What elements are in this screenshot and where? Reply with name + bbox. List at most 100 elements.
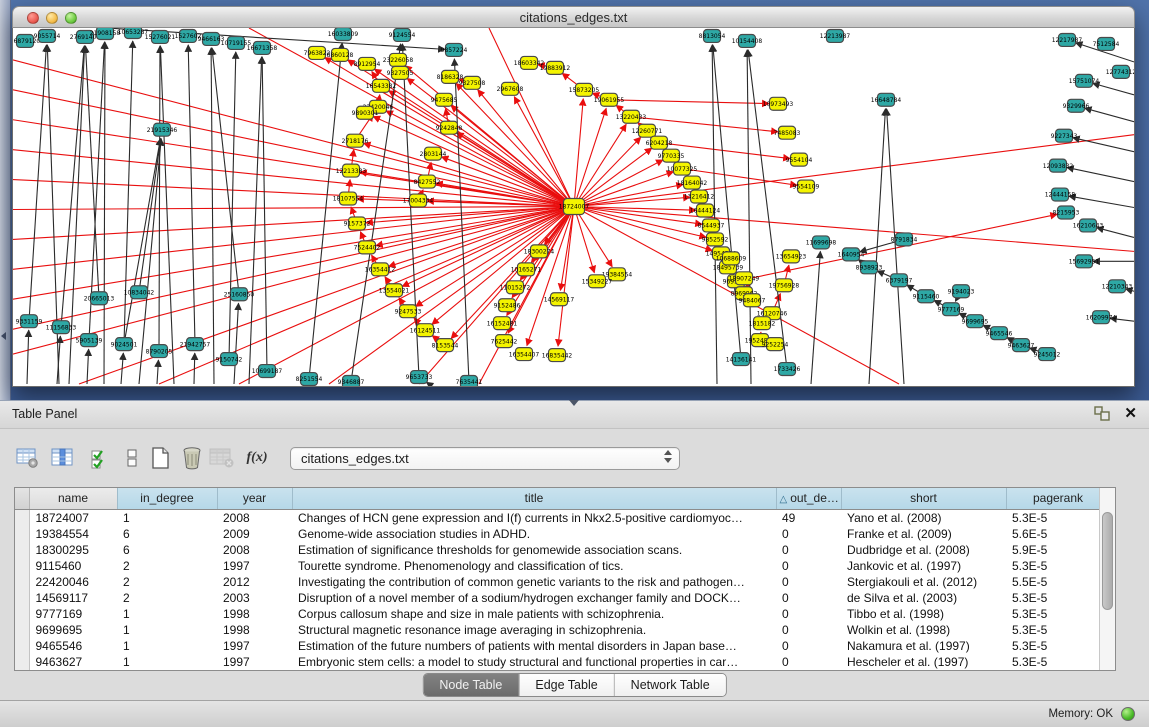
- row-gutter: [15, 542, 29, 558]
- network-canvas[interactable]: 1687912090557142769140621908158106532871…: [12, 28, 1135, 387]
- node-label: 8912954: [354, 61, 381, 68]
- table-scrollbar[interactable]: [1099, 488, 1115, 670]
- node-label: 18164042: [677, 180, 708, 187]
- split-collapse-icon[interactable]: [569, 400, 579, 406]
- node-label: 9777169: [938, 306, 965, 313]
- node-label: 9327505: [387, 70, 414, 77]
- table-cell: Tibbo et al. (1998): [841, 606, 1006, 622]
- node-label: 12093832: [1043, 163, 1074, 170]
- citation-edge-red: [13, 207, 574, 300]
- table-cell: Hescheler et al. (1997): [841, 654, 1006, 670]
- table-cell: Yano et al. (2008): [841, 509, 1006, 526]
- node-label: 9124554: [389, 32, 416, 39]
- table-cell: 1: [117, 509, 217, 526]
- function-builder-icon[interactable]: f(x): [243, 445, 271, 471]
- scrollbar-thumb[interactable]: [1102, 512, 1113, 610]
- tab-node-table[interactable]: Node Table: [423, 674, 519, 696]
- column-header-title[interactable]: title: [292, 488, 776, 509]
- tab-network-table[interactable]: Network Table: [615, 674, 726, 696]
- table-select-combo[interactable]: citations_edges.txt: [290, 447, 680, 470]
- panel-collapse-arrow-icon[interactable]: [1, 332, 6, 340]
- table-cell: 5.3E-5: [1006, 558, 1110, 574]
- table-cell: 0: [776, 590, 841, 606]
- table-cell: 0: [776, 542, 841, 558]
- memory-status-indicator[interactable]: [1121, 707, 1135, 721]
- node-label: 2967608: [497, 86, 524, 93]
- node-label: 8791834: [891, 237, 918, 244]
- control-panel-collapsed-strip[interactable]: [0, 0, 11, 400]
- table-row[interactable]: 1456911722003Disruption of a novel membe…: [15, 590, 1110, 606]
- table-cell: 9115460: [29, 558, 117, 574]
- table-row[interactable]: 969969511998Structural magnetic resonanc…: [15, 622, 1110, 638]
- delete-column-icon[interactable]: [178, 445, 206, 471]
- table-cell: 5.3E-5: [1006, 622, 1110, 638]
- table-row[interactable]: 2242004622012Investigating the contribut…: [15, 574, 1110, 590]
- unselect-all-columns-icon[interactable]: [118, 445, 146, 471]
- node-label: 9852592: [702, 237, 729, 244]
- table-cell: Nakamura et al. (1997): [841, 638, 1006, 654]
- node-label: 6204218: [646, 140, 673, 147]
- column-header-pagerank[interactable]: pagerank: [1006, 488, 1110, 509]
- new-column-icon[interactable]: [146, 445, 174, 471]
- citation-edge-red: [13, 207, 574, 355]
- window-titlebar[interactable]: citations_edges.txt: [12, 6, 1135, 28]
- node-label: 10688609: [716, 256, 747, 263]
- node-label: 21908158: [90, 30, 121, 37]
- table-cell: 49: [776, 509, 841, 526]
- select-all-columns-icon[interactable]: [86, 445, 114, 471]
- float-panel-icon[interactable]: [1094, 406, 1111, 422]
- attribute-table: namein_degreeyeartitle△out_de…shortpager…: [15, 488, 1111, 670]
- table-cell: 5.3E-5: [1006, 638, 1110, 654]
- citation-edge-black: [309, 43, 342, 379]
- table-row[interactable]: 946362711997Embryonic stem cells: a mode…: [15, 654, 1110, 670]
- table-cell: 0: [776, 622, 841, 638]
- node-label: 10973493: [763, 101, 794, 108]
- table-panel: Table Panel ✕: [0, 400, 1149, 700]
- table-row[interactable]: 946554611997Estimation of the future num…: [15, 638, 1110, 654]
- table-cell: Changes of HCN gene expression and I(f) …: [292, 509, 776, 526]
- column-header-year[interactable]: year: [217, 488, 292, 509]
- node-label: 13654923: [776, 254, 807, 261]
- column-header-out_de[interactable]: △out_de…: [776, 488, 841, 509]
- node-label: 15873205: [569, 87, 600, 94]
- table-cell: Structural magnetic resonance image aver…: [292, 622, 776, 638]
- tab-edge-table[interactable]: Edge Table: [519, 674, 614, 696]
- table-cell: 6: [117, 526, 217, 542]
- node-label: 9463627: [1008, 342, 1035, 349]
- table-cell: 5.6E-5: [1006, 526, 1110, 542]
- node-label: 18107554: [333, 196, 364, 203]
- node-label: 9484067: [739, 297, 766, 304]
- table-row[interactable]: 1830029562008Estimation of significance …: [15, 542, 1110, 558]
- table-row[interactable]: 1872400712008Changes of HCN gene express…: [15, 509, 1110, 526]
- citation-edge-black: [229, 52, 236, 359]
- node-label: 16543382: [366, 83, 397, 90]
- citation-edge-red: [574, 124, 626, 206]
- column-header-in_degree[interactable]: in_degree: [117, 488, 217, 509]
- node-label: 7512584: [1093, 41, 1120, 48]
- table-mode-icon[interactable]: [14, 445, 42, 471]
- close-panel-icon[interactable]: ✕: [1124, 405, 1137, 423]
- table-row[interactable]: 911546021997Tourette syndrome. Phenomeno…: [15, 558, 1110, 574]
- node-label: 8544937: [698, 223, 725, 230]
- node-label: 8790205: [146, 348, 173, 355]
- citation-edge-black: [104, 42, 105, 384]
- table-cell: 2008: [217, 509, 292, 526]
- window-title: citations_edges.txt: [13, 10, 1134, 25]
- citation-edge-red: [574, 99, 583, 207]
- column-header-name[interactable]: name: [29, 488, 117, 509]
- column-header-short[interactable]: short: [841, 488, 1006, 509]
- node-label: 8427552: [414, 179, 441, 186]
- node-label: 16648784: [871, 97, 902, 104]
- network-view-window[interactable]: citations_edges.txt 16879120905571427691…: [12, 6, 1135, 387]
- node-label: 15276021: [145, 34, 176, 41]
- node-label: 2803144: [420, 151, 447, 158]
- delete-table-icon[interactable]: [208, 445, 236, 471]
- citation-edge-red: [609, 100, 769, 104]
- node-label: 21915346: [147, 127, 178, 134]
- table-row[interactable]: 977716911998Corpus callosum shape and si…: [15, 606, 1110, 622]
- table-row[interactable]: 1938455462009Genome-wide association stu…: [15, 526, 1110, 542]
- table-panel-header: Table Panel ✕: [0, 400, 1149, 429]
- show-columns-icon[interactable]: [49, 445, 77, 471]
- node-label: 18495739: [713, 265, 744, 272]
- table-cell: 2009: [217, 526, 292, 542]
